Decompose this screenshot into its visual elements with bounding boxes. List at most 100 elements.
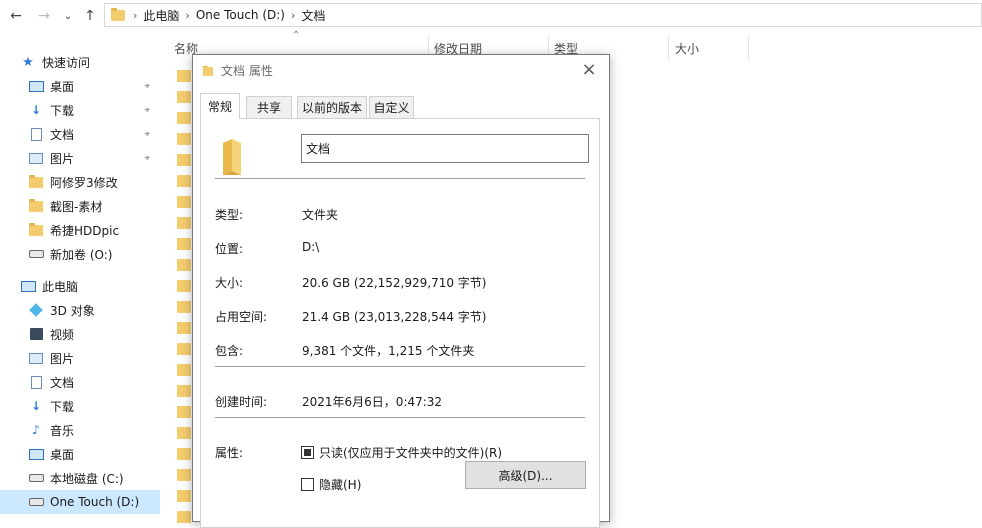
folder-icon[interactable] [177, 490, 191, 502]
column-divider[interactable] [668, 36, 669, 60]
folder-icon[interactable] [177, 343, 191, 355]
hidden-checkbox[interactable] [301, 478, 314, 491]
folder-icon[interactable] [177, 70, 191, 82]
breadcrumb-drive[interactable]: One Touch (D:) [196, 8, 285, 22]
sidebar-item[interactable]: ♪ 音乐 [0, 418, 160, 442]
folder-icon[interactable] [177, 448, 191, 460]
sidebar-item-label: 桌面 [50, 79, 75, 94]
created-label: 创建时间: [215, 395, 268, 409]
folder-icon[interactable] [177, 196, 191, 208]
pin-icon: ⌖ [144, 152, 150, 164]
advanced-button[interactable]: 高级(D)... [465, 461, 586, 489]
contains-label: 包含: [215, 344, 244, 358]
folder-name-field[interactable]: 文档 [301, 134, 589, 163]
breadcrumb-documents[interactable]: 文档 [301, 7, 325, 24]
pin-icon: ⌖ [144, 128, 150, 140]
hidden-label[interactable]: 隐藏(H) [319, 476, 361, 493]
sidebar-item[interactable]: 桌面 [0, 442, 160, 466]
folder-icon[interactable] [177, 280, 191, 292]
sidebar-item[interactable]: 3D 对象 [0, 298, 160, 322]
sidebar-item[interactable]: ↓ 下载 ⌖ [0, 98, 160, 122]
location-label: 位置: [215, 242, 244, 256]
music-icon: ♪ [32, 423, 40, 437]
folder-icon[interactable] [177, 511, 191, 523]
download-icon: ↓ [30, 399, 42, 413]
general-tab-panel: 文档 类型: 文件夹 位置: D:\ 大小: 20.6 GB (22,152,9… [200, 118, 600, 528]
folder-icon[interactable] [177, 385, 191, 397]
size-value: 20.6 GB (22,152,929,710 字节) [302, 276, 487, 290]
folder-icon[interactable] [177, 238, 191, 250]
3d-objects-icon [28, 303, 44, 317]
picture-icon [28, 351, 44, 365]
sidebar-item[interactable]: 本地磁盘 (C:) [0, 466, 160, 490]
sidebar-item-label: 下载 [50, 103, 75, 118]
folder-icon[interactable] [177, 322, 191, 334]
sidebar-item-label: 此电脑 [42, 279, 79, 294]
folder-icon[interactable] [177, 427, 191, 439]
sidebar-item[interactable]: 文档 ⌖ [0, 122, 160, 146]
sidebar-item-label: 快速访问 [42, 55, 91, 70]
folder-icon [202, 64, 214, 80]
pin-icon: ⌖ [144, 80, 150, 92]
tab-sharing[interactable]: 共享 [246, 96, 292, 118]
sidebar-item-label: 下载 [50, 399, 75, 414]
sidebar-item-label: 本地磁盘 (C:) [50, 471, 124, 486]
sidebar-item[interactable]: 新加卷 (O:) [0, 242, 160, 266]
star-icon: ★ [22, 54, 34, 70]
column-divider[interactable] [748, 36, 749, 60]
tab-customize[interactable]: 自定义 [369, 96, 414, 118]
folder-icon[interactable] [177, 301, 191, 313]
sidebar-item[interactable]: 希捷HDDpic [0, 218, 160, 242]
sidebar-item[interactable]: 阿修罗3修改 [0, 170, 160, 194]
readonly-label[interactable]: 只读(仅应用于文件夹中的文件)(R) [319, 444, 502, 461]
sidebar-item[interactable]: 视频 [0, 322, 160, 346]
sidebar-item-label: 桌面 [50, 447, 75, 462]
folder-icon[interactable] [177, 364, 191, 376]
address-bar[interactable]: › 此电脑 › One Touch (D:) › 文档 [104, 3, 982, 27]
folder-icon[interactable] [177, 175, 191, 187]
desktop-icon [28, 447, 44, 461]
sidebar-quick-access[interactable]: ★ 快速访问 [20, 50, 160, 74]
folder-icon[interactable] [177, 112, 191, 124]
breadcrumb-this-pc[interactable]: 此电脑 [143, 7, 179, 24]
back-arrow-icon[interactable]: ← [6, 6, 26, 26]
sidebar-item[interactable]: One Touch (D:) [0, 490, 160, 514]
forward-arrow-icon[interactable]: → [34, 6, 54, 26]
readonly-checkbox[interactable] [301, 446, 314, 459]
folder-icon[interactable] [177, 154, 191, 166]
sidebar-item-label: 3D 对象 [50, 303, 95, 318]
folder-icon [111, 7, 125, 21]
sidebar-this-pc[interactable]: 此电脑 [20, 274, 160, 298]
folder-icon[interactable] [177, 217, 191, 229]
close-icon[interactable]: × [577, 57, 601, 81]
sidebar-item[interactable]: ↓ 下载 [0, 394, 160, 418]
location-value: D:\ [302, 240, 320, 254]
recent-locations-chevron-icon[interactable]: ⌄ [58, 6, 78, 26]
dialog-title: 文档 属性 [221, 64, 273, 78]
sidebar-item-label: 视频 [50, 327, 75, 342]
sidebar-item[interactable]: 图片 [0, 346, 160, 370]
column-header-size[interactable]: 大小 [675, 40, 699, 57]
sidebar-item[interactable]: 截图-素材 [0, 194, 160, 218]
video-icon [28, 327, 44, 341]
folder-icon[interactable] [177, 469, 191, 481]
folder-icon[interactable] [177, 91, 191, 103]
folder-icon[interactable] [177, 259, 191, 271]
sidebar-item[interactable]: 桌面 ⌖ [0, 74, 160, 98]
desktop-icon [28, 79, 44, 93]
drive-icon [28, 247, 44, 261]
divider [215, 366, 585, 367]
sidebar-item[interactable]: 文档 [0, 370, 160, 394]
document-icon [28, 127, 44, 141]
up-arrow-icon[interactable]: ↑ [80, 6, 100, 26]
picture-icon [28, 151, 44, 165]
folder-icon[interactable] [177, 406, 191, 418]
sidebar-item[interactable]: 图片 ⌖ [0, 146, 160, 170]
tab-previous-versions[interactable]: 以前的版本 [297, 96, 367, 118]
sort-ascending-icon: ⌃ [292, 30, 301, 41]
pin-icon: ⌖ [144, 104, 150, 116]
folder-large-icon [223, 139, 241, 175]
tab-general[interactable]: 常规 [200, 93, 240, 119]
size-label: 大小: [215, 276, 244, 290]
folder-icon[interactable] [177, 133, 191, 145]
